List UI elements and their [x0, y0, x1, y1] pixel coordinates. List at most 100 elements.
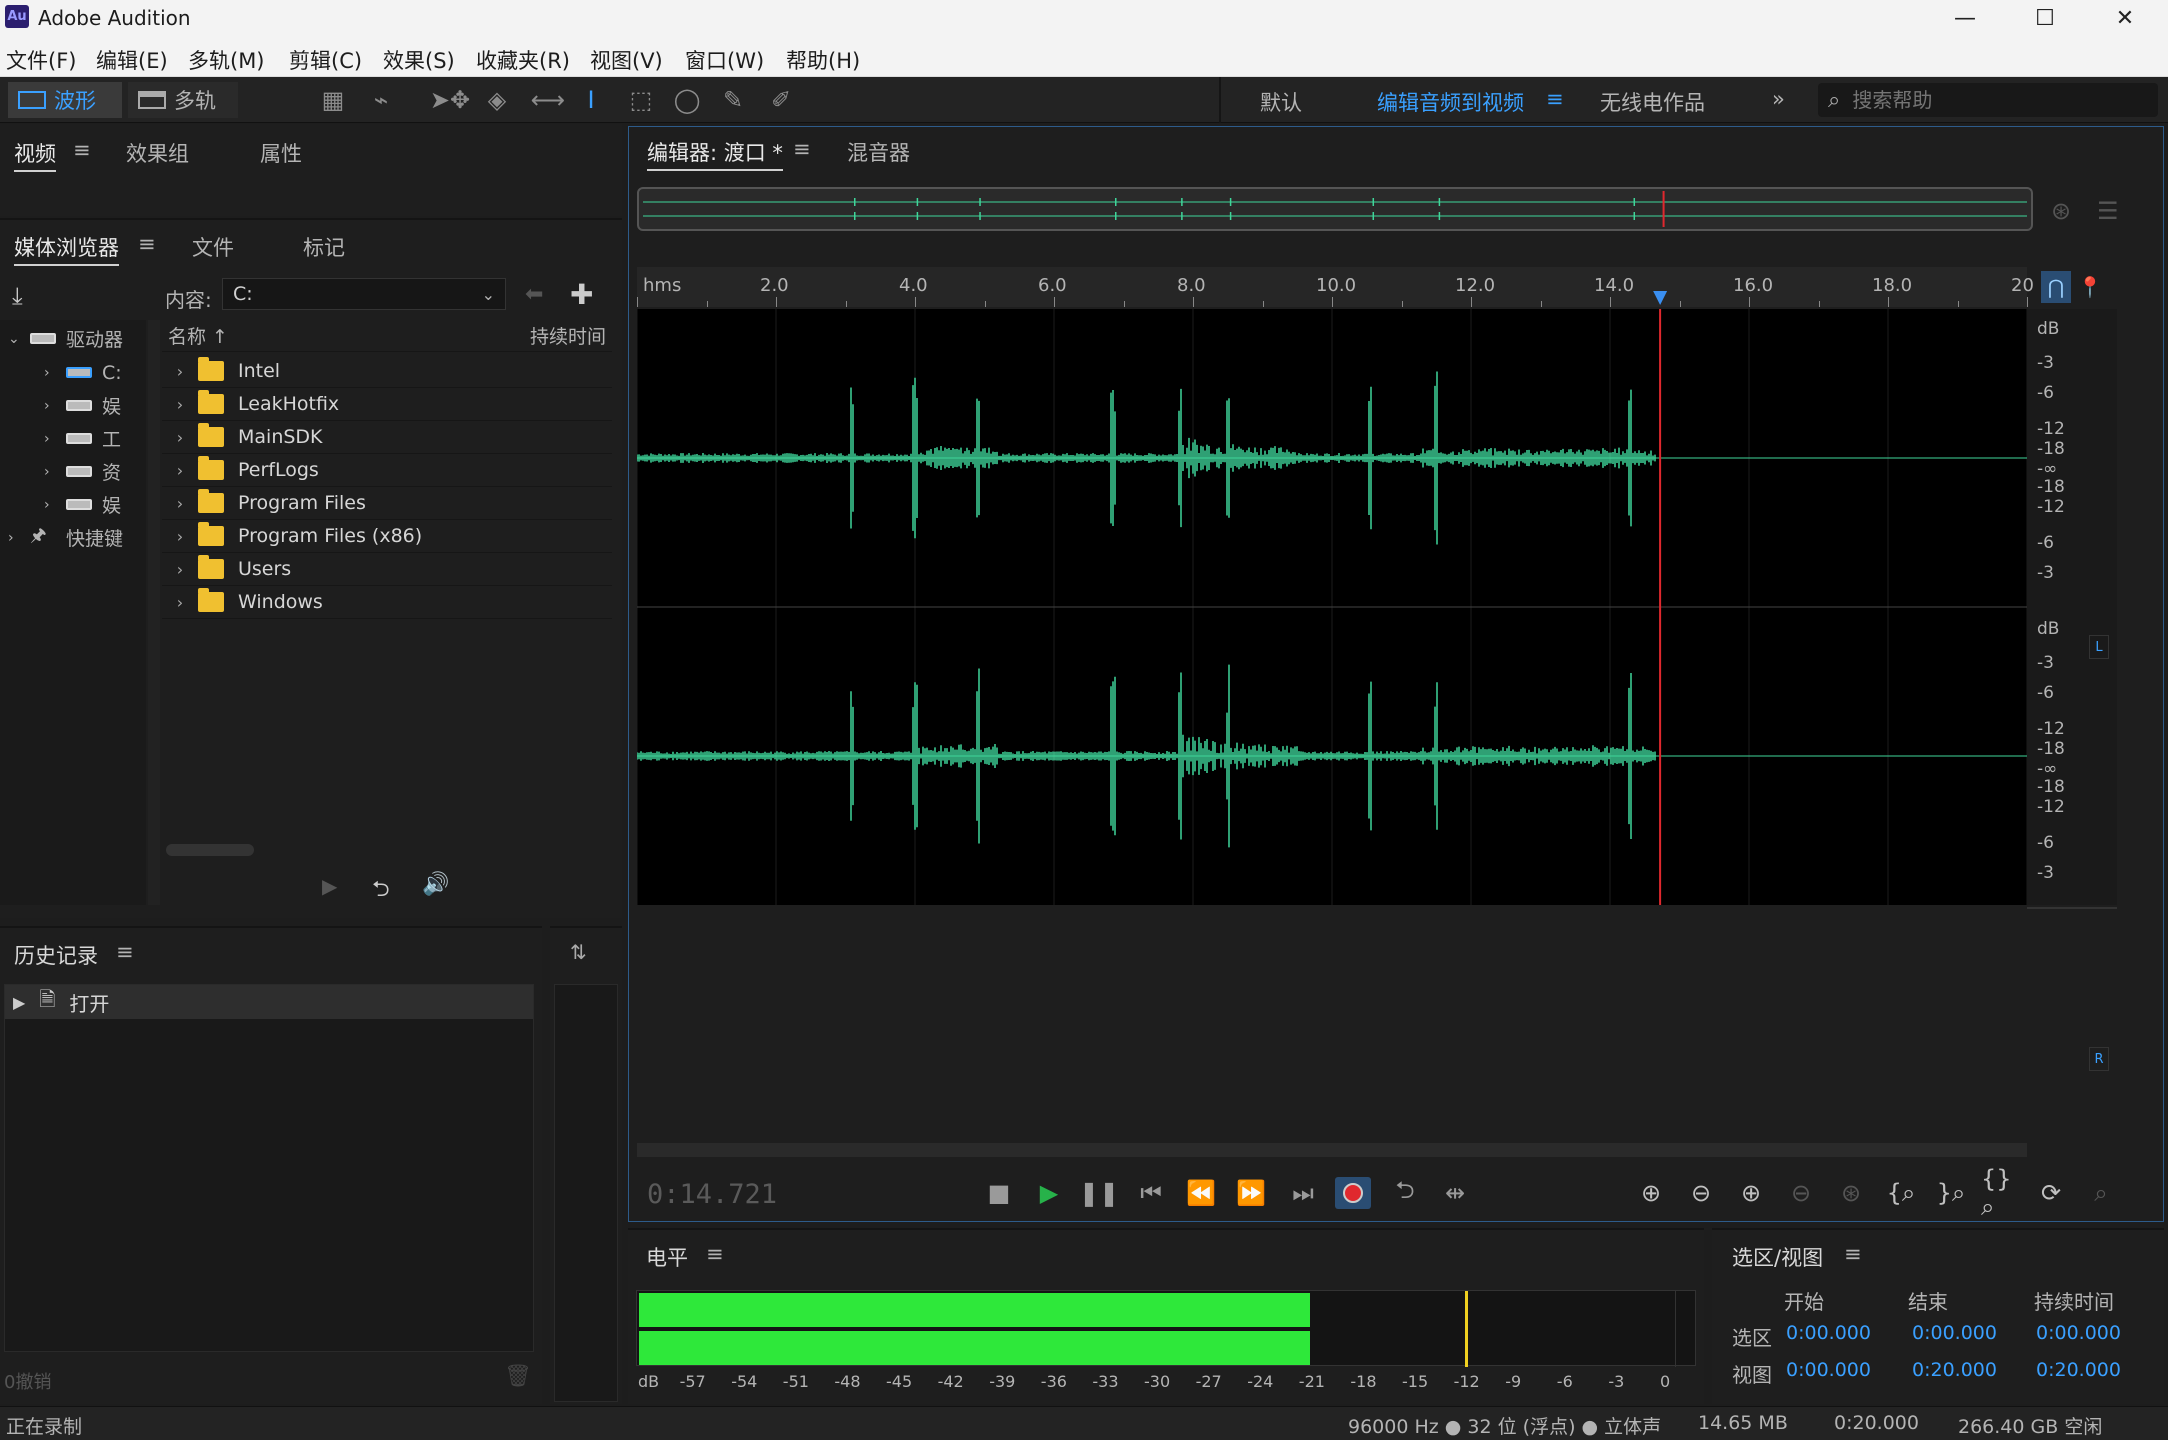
go-to-start-icon[interactable]: ⏮ — [1133, 1177, 1169, 1209]
spectral-frequency-icon[interactable]: ▦ — [318, 86, 348, 114]
snap-magnet-icon[interactable]: ⋂ — [2041, 271, 2071, 303]
tree-item-drive[interactable]: › 娱 — [44, 488, 121, 521]
lasso-tool-icon[interactable]: ◯ — [672, 86, 702, 114]
playhead-handle[interactable] — [1653, 291, 1668, 305]
file-row[interactable]: › Windows — [162, 586, 612, 619]
tab-editor[interactable]: 编辑器: 渡口 * — [647, 137, 783, 171]
waveform-view-button[interactable]: 波形 — [8, 82, 122, 118]
levels-title[interactable]: 电平 — [646, 1242, 688, 1272]
selection-view-menu-icon[interactable]: ≡ — [1844, 1242, 1862, 1266]
file-row[interactable]: › Program Files (x86) — [162, 520, 612, 553]
tree-item-shortcuts[interactable]: › 🖈 快捷键 — [8, 521, 123, 554]
add-shortcut-icon[interactable]: ✚ — [570, 278, 593, 311]
file-row[interactable]: › LeakHotfix — [162, 388, 612, 421]
loop-playback-icon[interactable]: ⮌ — [1387, 1176, 1423, 1209]
spectral-pitch-icon[interactable]: ⌁ — [366, 86, 396, 114]
maximize-icon[interactable]: ☐ — [2010, 0, 2080, 37]
video-panel-menu-icon[interactable]: ≡ — [73, 138, 91, 162]
marker-pin-icon[interactable]: 📍 — [2077, 271, 2103, 303]
menu-effects[interactable]: 效果(S) — [383, 45, 455, 75]
zoom-track-icon[interactable]: ⌕ — [2081, 1177, 2121, 1209]
menu-view[interactable]: 视图(V) — [590, 45, 663, 75]
tab-markers[interactable]: 标记 — [303, 232, 345, 262]
more-workspaces-icon[interactable]: » — [1772, 87, 1785, 111]
play-preview-icon[interactable]: ▶ — [322, 874, 337, 898]
file-row[interactable]: › PerfLogs — [162, 454, 612, 487]
trash-icon[interactable]: 🗑 — [504, 1364, 532, 1389]
time-selection-tool-icon[interactable]: I — [576, 86, 606, 114]
collapsed-panel-icon[interactable]: ⇅ — [570, 940, 587, 964]
tab-properties[interactable]: 属性 — [260, 138, 302, 168]
move-tool-icon[interactable]: ➤✥ — [430, 86, 470, 114]
menu-window[interactable]: 窗口(W) — [685, 45, 764, 75]
tab-effects-rack[interactable]: 效果组 — [126, 138, 189, 168]
zoom-in-amplitude-icon[interactable]: ⊕ — [1631, 1177, 1671, 1209]
fast-forward-icon[interactable]: ⏩ — [1233, 1177, 1269, 1209]
menu-multitrack[interactable]: 多轨(M) — [188, 45, 265, 75]
razor-tool-icon[interactable]: ◈ — [482, 86, 512, 114]
media-browser-menu-icon[interactable]: ≡ — [138, 232, 156, 256]
selection-duration[interactable]: 0:00.000 — [2036, 1322, 2121, 1344]
view-start[interactable]: 0:00.000 — [1786, 1359, 1871, 1381]
channel-right-toggle[interactable]: R — [2089, 1047, 2109, 1071]
slip-tool-icon[interactable]: ⟷ — [528, 86, 568, 114]
zoom-out-time-icon[interactable]: ⊖ — [1781, 1177, 1821, 1209]
zoom-selection-icon[interactable]: {}⌕ — [1981, 1165, 2021, 1221]
tab-video[interactable]: 视频 — [14, 138, 56, 172]
overview-navigator[interactable] — [637, 187, 2033, 231]
zoom-reset-icon[interactable]: ⟳ — [2031, 1177, 2071, 1209]
minimize-icon[interactable]: — — [1930, 0, 2000, 37]
menu-file[interactable]: 文件(F) — [6, 45, 76, 75]
tree-item-drive-c[interactable]: › C: — [44, 356, 122, 389]
waveform-display[interactable] — [636, 309, 2028, 905]
panel-splitter[interactable] — [148, 320, 160, 905]
editor-menu-icon[interactable]: ≡ — [793, 137, 811, 161]
zoom-full-icon[interactable]: ⊛ — [1831, 1177, 1871, 1209]
stop-icon[interactable]: ■ — [981, 1177, 1017, 1209]
tree-item-drives[interactable]: ⌄ 驱动器 — [8, 322, 123, 355]
play-icon[interactable]: ▶ — [1031, 1177, 1067, 1209]
multitrack-view-button[interactable]: 多轨 — [128, 82, 238, 118]
help-search-input[interactable] — [1852, 88, 2133, 112]
file-row[interactable]: › Program Files — [162, 487, 612, 520]
close-icon[interactable]: ✕ — [2090, 0, 2160, 37]
file-row[interactable]: › Intel — [162, 355, 612, 388]
tab-files[interactable]: 文件 — [192, 232, 234, 262]
workspace-default[interactable]: 默认 — [1260, 87, 1302, 117]
zoom-in-point-icon[interactable]: {⌕ — [1881, 1177, 1921, 1209]
history-title[interactable]: 历史记录 — [14, 940, 98, 970]
selection-start[interactable]: 0:00.000 — [1786, 1322, 1871, 1344]
workspace-edit-audio-to-video[interactable]: 编辑音频到视频 — [1377, 87, 1524, 117]
tree-item-drive[interactable]: › 资 — [44, 455, 121, 488]
selection-view-title[interactable]: 选区/视图 — [1732, 1242, 1823, 1272]
view-end[interactable]: 0:20.000 — [1912, 1359, 1997, 1381]
content-dropdown[interactable]: C: ⌄ — [222, 278, 506, 310]
history-item[interactable]: ▶ 🗎 打开 — [5, 985, 533, 1019]
levels-menu-icon[interactable]: ≡ — [706, 1242, 724, 1266]
view-duration[interactable]: 0:20.000 — [2036, 1359, 2121, 1381]
menu-favorites[interactable]: 收藏夹(R) — [476, 45, 570, 75]
menu-clip[interactable]: 剪辑(C) — [289, 45, 362, 75]
tab-mixer[interactable]: 混音器 — [847, 137, 910, 167]
tree-item-drive[interactable]: › 娱 — [44, 389, 121, 422]
zoom-out-amplitude-icon[interactable]: ⊖ — [1681, 1177, 1721, 1209]
file-row[interactable]: › MainSDK — [162, 421, 612, 454]
rewind-icon[interactable]: ⏪ — [1183, 1177, 1219, 1209]
marquee-tool-icon[interactable]: ⬚ — [626, 86, 656, 114]
tree-item-drive[interactable]: › 工 — [44, 422, 121, 455]
time-ruler[interactable]: hms 2.0 4.0 6.0 8.0 10.0 12.0 14.0 16.0 18.0 20 — [637, 267, 2034, 307]
clip-indicator[interactable] — [1675, 1291, 1695, 1367]
file-list-scrollbar[interactable] — [166, 844, 254, 856]
zoom-out-point-icon[interactable]: }⌕ — [1931, 1177, 1971, 1209]
import-icon[interactable]: ⤓ — [12, 282, 23, 310]
selection-end[interactable]: 0:00.000 — [1912, 1322, 1997, 1344]
history-menu-icon[interactable]: ≡ — [116, 940, 134, 964]
tab-media-browser[interactable]: 媒体浏览器 — [14, 232, 119, 266]
workspace-menu-icon[interactable]: ≡ — [1546, 87, 1564, 111]
go-to-end-icon[interactable]: ⏭ — [1285, 1177, 1321, 1209]
workspace-radio[interactable]: 无线电作品 — [1600, 87, 1705, 117]
auto-play-icon[interactable]: 🔊 — [422, 872, 449, 897]
pause-icon[interactable]: ❚❚ — [1079, 1177, 1119, 1209]
channel-left-toggle[interactable]: L — [2089, 635, 2109, 659]
back-arrow-icon[interactable]: ⬅ — [525, 282, 543, 307]
